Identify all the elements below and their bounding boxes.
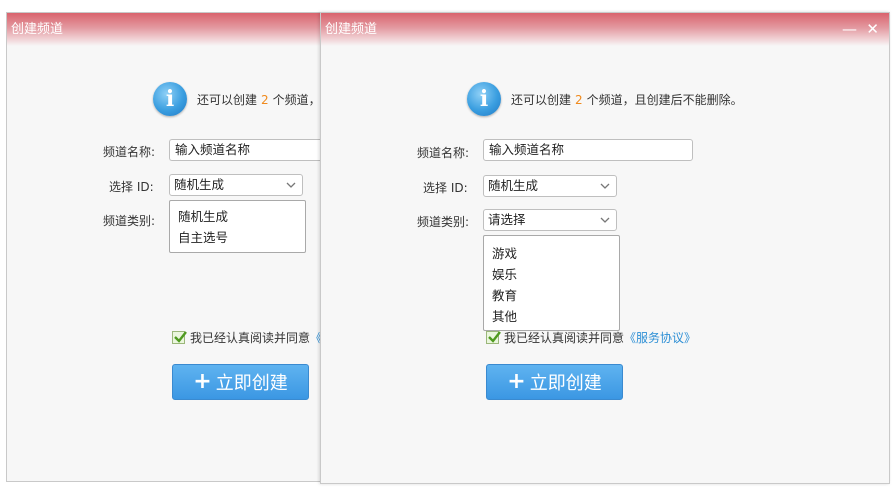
channel-name-input[interactable]: 输入频道名称 [169,139,329,161]
create-now-button[interactable]: + 立即创建 [486,364,623,400]
info-icon: i [467,82,501,116]
plus-icon: + [193,369,212,394]
select-id-dropdown[interactable]: 随机生成 [483,175,617,197]
create-channel-window: 创建频道 — ✕ i 还可以创建 2 个频道，且创建后不能删除。 频道名称: 输入频… [320,12,890,484]
window-title: 创建频道 [325,22,378,37]
option-other[interactable]: 其他 [484,306,619,327]
title-bar[interactable]: 创建频道 [7,13,321,46]
info-row: i 还可以创建 2 个频道，且创建后不能删除。 [467,82,743,116]
agree-checkbox[interactable] [486,331,501,344]
select-id-dropdown[interactable]: 随机生成 [169,174,303,196]
channel-name-input[interactable]: 输入频道名称 [483,139,693,161]
create-now-button[interactable]: + 立即创建 [172,364,309,400]
close-icon[interactable]: ✕ [866,13,879,46]
option-custom[interactable]: 自主选号 [170,227,305,248]
category-dropdown[interactable]: 请选择 [483,209,617,231]
category-label: 频道类别: [103,214,156,228]
remaining-count: 2 [261,92,269,107]
checkmark-icon [488,331,501,343]
info-text: 还可以创建 2 个频道，且创建后不能删除。 [511,92,743,107]
minimize-icon[interactable]: — [842,13,857,46]
select-id-label: 选择 ID: [423,181,468,195]
chevron-down-icon [600,183,610,189]
select-id-label: 选择 ID: [109,180,154,194]
category-label: 频道类别: [417,215,470,229]
info-row: i 还可以创建 2 个频道， [153,82,321,116]
info-icon: i [153,82,187,116]
option-education[interactable]: 教育 [484,285,619,306]
create-channel-window-back: 创建频道 i 还可以创建 2 个频道， 频道名称: 输入频道名称 选择 ID: 随机… [6,12,329,482]
plus-icon: + [507,369,526,394]
checkmark-icon [174,331,187,343]
channel-name-label: 频道名称: [417,146,470,160]
agree-row: 我已经认真阅读并同意 《服务协议》 [486,329,696,346]
agree-text: 我已经认真阅读并同意 [190,331,311,345]
chevron-down-icon [286,182,296,188]
agree-checkbox[interactable] [172,331,187,344]
chevron-down-icon [600,217,610,223]
channel-name-label: 频道名称: [103,145,156,159]
agree-text: 我已经认真阅读并同意 [504,331,625,345]
category-options-list: 游戏 娱乐 教育 其他 [483,235,620,331]
agree-row: 我已经认真阅读并同意《 [172,329,322,346]
id-options-list: 随机生成 自主选号 [169,200,306,253]
option-game[interactable]: 游戏 [484,243,619,264]
option-entertainment[interactable]: 娱乐 [484,264,619,285]
window-title: 创建频道 [11,22,64,37]
remaining-count: 2 [575,92,583,107]
title-bar[interactable]: 创建频道 — ✕ [321,13,889,46]
service-agreement-link[interactable]: 《服务协议》 [624,329,696,346]
option-random[interactable]: 随机生成 [170,206,305,227]
info-text: 还可以创建 2 个频道， [197,92,321,107]
